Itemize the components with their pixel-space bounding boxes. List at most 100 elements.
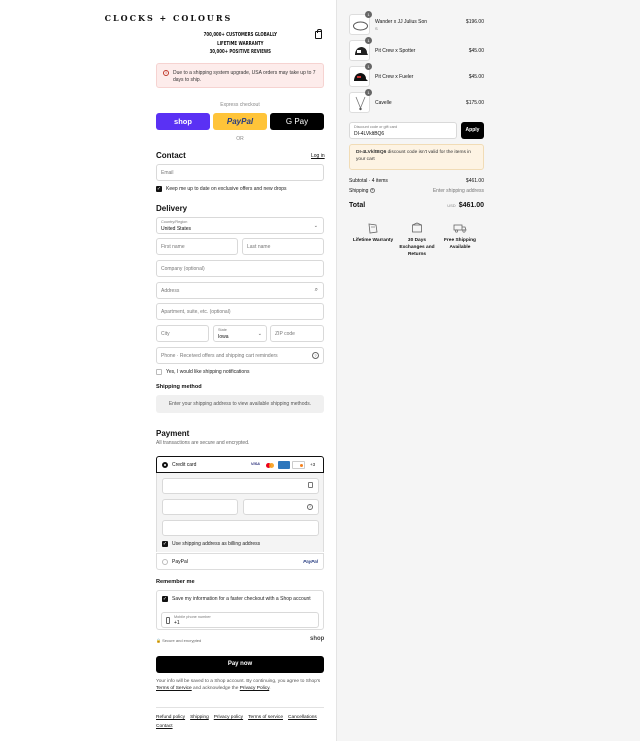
shopping-bag-icon[interactable] [315,29,322,39]
shipping-method-title: Shipping method [156,384,202,390]
credit-card-option[interactable]: Credit card VISA +3 [156,456,324,473]
mobile-label: Mobile phone number [174,615,211,619]
footer-link-refund[interactable]: Refund policy [156,715,185,720]
necklace-icon [355,96,366,111]
quantity-badge: 1 [365,89,372,96]
company-field[interactable]: Company (optional) [156,260,324,277]
secure-text: Secure and encrypted [162,638,202,643]
address-field[interactable]: Address ⌕ [156,282,324,299]
help-icon[interactable]: ? [307,504,313,510]
express-checkout-title: Express checkout [220,102,260,108]
company-placeholder: Company (optional) [161,266,205,272]
help-icon[interactable]: ? [312,352,319,359]
product-thumbnail: 1 [349,63,372,87]
email-field[interactable]: Email [156,164,324,181]
box-icon [412,222,422,233]
credit-card-radio[interactable] [162,462,168,468]
card-number-field[interactable] [162,478,319,494]
paypal-radio[interactable] [162,559,168,565]
quantity-badge: 1 [365,63,372,70]
paypal-label: PayPal [172,559,188,565]
product-thumbnail: 1 [349,37,372,61]
card-details-panel: ? ✓ Use shipping address as billing addr… [156,473,324,552]
security-code-field[interactable]: ? [243,499,319,515]
footer-link-privacy[interactable]: Privacy policy [214,715,243,720]
city-placeholder: City [161,331,170,337]
apply-button[interactable]: Apply [461,122,484,139]
warning-code: DI-4LVkltBQ6 [356,150,387,155]
terms-link[interactable]: Terms of Service [156,686,192,691]
email-placeholder: Email [161,170,174,176]
first-name-field[interactable]: First name [156,238,238,255]
billing-checkbox[interactable]: ✓ [162,541,168,547]
discount-warning: DI-4LVkltBQ6 discount code isn't valid f… [349,144,484,170]
visa-icon: VISA [251,462,260,466]
shop-pay-button[interactable]: shop [156,113,210,130]
sms-checkbox[interactable] [156,369,162,375]
chevron-down-icon: ⌄ [313,223,318,229]
total-label: Total [349,202,366,209]
phone-placeholder: Phone · Received offers and shipping car… [161,353,278,359]
footer-link-cancellations[interactable]: Cancellations [288,715,317,720]
google-pay-button[interactable]: G Pay [270,113,324,130]
truck-icon [453,224,467,233]
search-icon: ⌕ [314,287,318,293]
legal-pre: Your info will be saved to a Shop accoun… [156,679,321,684]
discover-icon [292,461,305,469]
checkout-form-panel: CLOCKS + COLOURS 700,000+ CUSTOMERS GLOB… [0,0,337,741]
discount-value: DI-4LVkltBQ6 [354,131,385,137]
phone-icon [166,617,170,624]
privacy-link[interactable]: Privacy Policy [240,686,270,691]
pay-now-button[interactable]: Pay now [156,656,324,673]
shipping-label: Shipping [349,188,369,194]
state-value: Iowa [218,334,229,340]
last-name-field[interactable]: Last name [242,238,324,255]
product-price: $175.00 [465,100,484,106]
help-icon[interactable]: ? [369,188,375,194]
more-cards-count: +3 [310,462,316,467]
city-field[interactable]: City [156,325,209,342]
address-placeholder: Address [161,288,180,294]
mobile-phone-field[interactable]: Mobile phone number +1 [161,612,319,628]
newsletter-checkbox[interactable]: ✓ [156,186,162,192]
name-on-card-field[interactable] [162,520,319,536]
shop-logo: shop [310,636,325,642]
shipping-value: Enter shipping address [432,188,484,194]
paypal-option[interactable]: PayPal PayPal [156,553,324,570]
last-name-placeholder: Last name [247,244,271,250]
state-select[interactable]: State Iowa ⌄ [213,325,267,342]
discount-code-field[interactable]: Discount code or gift card DI-4LVkltBQ6 [349,122,457,139]
save-info-checkbox[interactable]: ✓ [162,596,168,602]
paypal-button[interactable]: PayPal [213,113,267,130]
expiry-field[interactable] [162,499,238,515]
login-link[interactable]: Log in [311,153,325,159]
sms-label: Yes, I would like shipping notifications [166,369,250,375]
total-value: $461.00 [458,202,484,209]
credit-card-label: Credit card [172,462,197,468]
footer-link-shipping[interactable]: Shipping [190,715,209,720]
country-select[interactable]: Country/Region United States ⌄ [156,217,324,234]
discount-label: Discount code or gift card [354,125,398,129]
legal-end: . [269,686,271,692]
country-label: Country/Region [161,220,188,224]
cap-icon [354,73,368,81]
order-summary-panel [337,0,640,741]
mobile-value: +1 [174,620,180,626]
country-value: United States [161,226,192,232]
zip-placeholder: ZIP code [275,331,295,337]
footer-link-contact[interactable]: Contact [156,724,173,729]
first-name-placeholder: First name [161,244,185,250]
zip-field[interactable]: ZIP code [270,325,324,342]
footer-link-terms[interactable]: Terms of service [248,715,283,720]
save-info-label: Save my information for a faster checkou… [172,596,311,602]
subtotal-row: Subtotal · 4 items $461.00 [349,178,484,184]
contact-title: Contact [156,151,186,160]
feature-label: 30 Days Exchanges and Returns [399,238,435,257]
feature-item: 30 Days Exchanges and Returns [395,222,439,258]
lock-icon [308,482,313,488]
footer-links: Refund policy Shipping Privacy policy Terms… [156,707,324,731]
brand-logo[interactable]: CLOCKS + COLOURS [0,13,337,23]
apartment-field[interactable]: Apartment, suite, etc. (optional) [156,303,324,320]
phone-field[interactable]: Phone · Received offers and shipping car… [156,347,324,364]
remember-me-title: Remember me [156,579,195,585]
